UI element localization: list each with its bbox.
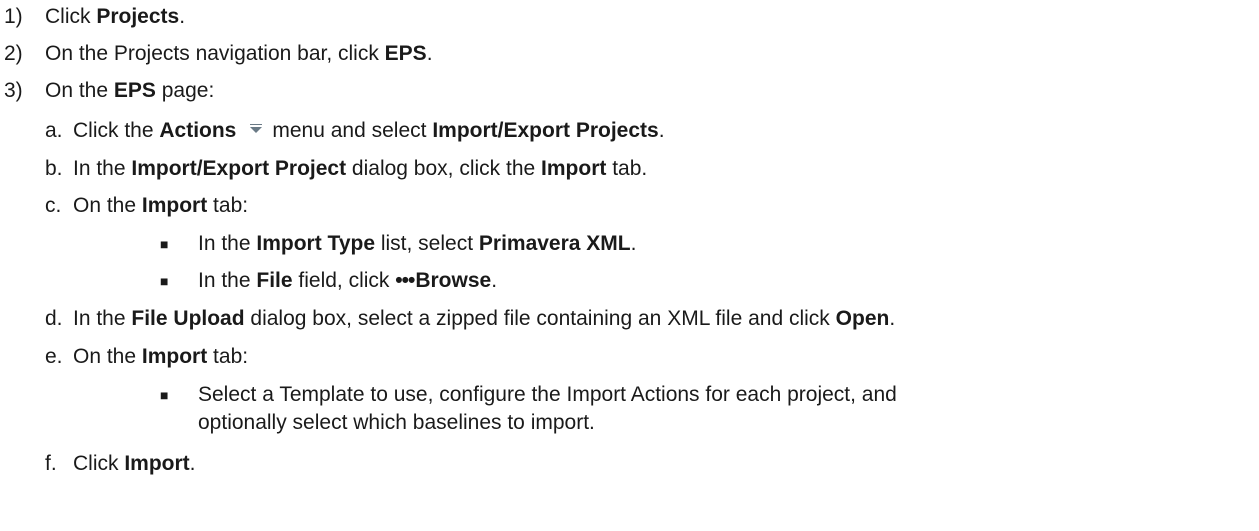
step-number: 1): [4, 5, 23, 28]
eps-page-label: EPS: [113, 79, 156, 102]
bullet-glyph: ■: [160, 236, 169, 252]
actions-label: Actions: [159, 119, 237, 142]
projects-label: Projects: [96, 5, 180, 28]
import-export-projects-label: Import/Export Projects: [432, 119, 659, 142]
step-number: 3): [4, 79, 23, 102]
step-number: 2): [4, 42, 23, 65]
instructions-document: 1) Click Projects. 2) On the Projects na…: [4, 5, 897, 475]
bullet-item-continuation: optionally select which baselines to imp…: [198, 411, 595, 434]
bullet-glyph: ■: [160, 273, 169, 289]
dropdown-caret-icon: [250, 124, 263, 134]
ellipsis-icon: •••: [395, 269, 415, 292]
eps-label: EPS: [384, 42, 427, 65]
bullet-glyph: ■: [160, 387, 169, 403]
